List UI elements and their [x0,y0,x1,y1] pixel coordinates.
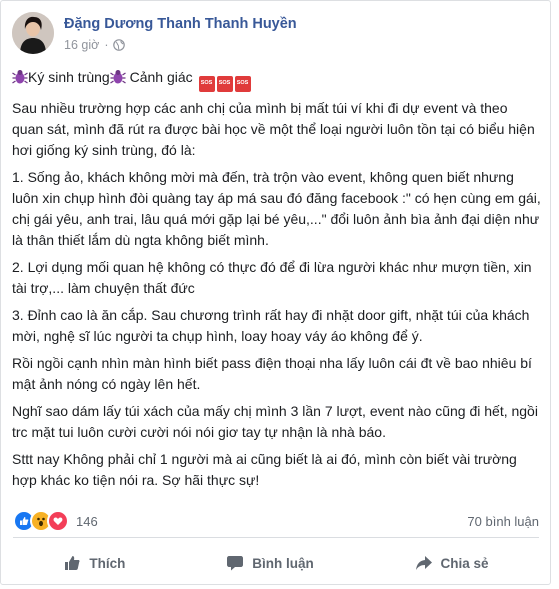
separator-dot: · [104,37,109,52]
comment-button-label: Bình luận [252,555,314,571]
like-button-label: Thích [89,555,126,571]
like-button[interactable]: Thích [53,548,135,578]
bug-icon [109,69,126,85]
comment-icon [227,556,244,571]
share-icon [415,556,432,570]
post-paragraph: 2. Lợi dụng mối quan hệ không có thực đó… [12,258,532,296]
globe-icon[interactable] [113,38,126,51]
share-button-label: Chia sẻ [440,555,489,571]
post-header: Đặng Dương Thanh Thanh Huyền 16 giờ · [12,12,297,54]
post-paragraph: Sau nhiều trường hợp các anh chị của mìn… [12,99,535,158]
post-timestamp[interactable]: 16 giờ [64,38,99,52]
post-paragraph: Sttt nay Không phải chỉ 1 người mà ai cũ… [12,450,517,488]
post-title-text: Ký sinh trùng [28,69,110,85]
post-title-text-2: Cảnh giác [125,69,197,85]
comment-count[interactable]: 70 bình luận [467,514,539,529]
divider [13,537,539,538]
thumbs-up-icon [65,556,80,570]
sos-icon: SOS [216,75,233,92]
post-paragraph: 3. Đỉnh cao là ăn cắp. Sau chương trình … [12,306,530,344]
reaction-summary[interactable]: 146 [13,510,98,532]
post-card: Đặng Dương Thanh Thanh Huyền 16 giờ · Ký… [0,0,551,585]
avatar[interactable] [12,12,54,54]
sos-icon: SOS [198,75,215,92]
sos-icon: SOS [234,75,251,92]
post-title-line: Ký sinh trùng Cảnh giác SOS SOS SOS [12,67,542,92]
post-body: Ký sinh trùng Cảnh giác SOS SOS SOS Sau nh… [12,67,542,497]
love-reaction-icon [47,510,69,532]
action-bar: Thích Bình luận Chia sẻ [13,541,539,585]
post-paragraph: Nghĩ sao dám lấy túi xách của mấy chị mì… [12,402,538,440]
share-button[interactable]: Chia sẻ [405,548,499,578]
bug-icon [12,69,28,85]
post-paragraph: 1. Sống ảo, khách không mời mà đến, trà … [12,168,541,248]
reactions-bar: 146 70 bình luận [13,510,539,532]
post-paragraph: Rồi ngồi cạnh nhìn màn hình biết pass đi… [12,354,532,392]
author-name[interactable]: Đặng Dương Thanh Thanh Huyền [64,15,297,33]
comment-button[interactable]: Bình luận [216,548,324,578]
reaction-count[interactable]: 146 [76,514,98,529]
